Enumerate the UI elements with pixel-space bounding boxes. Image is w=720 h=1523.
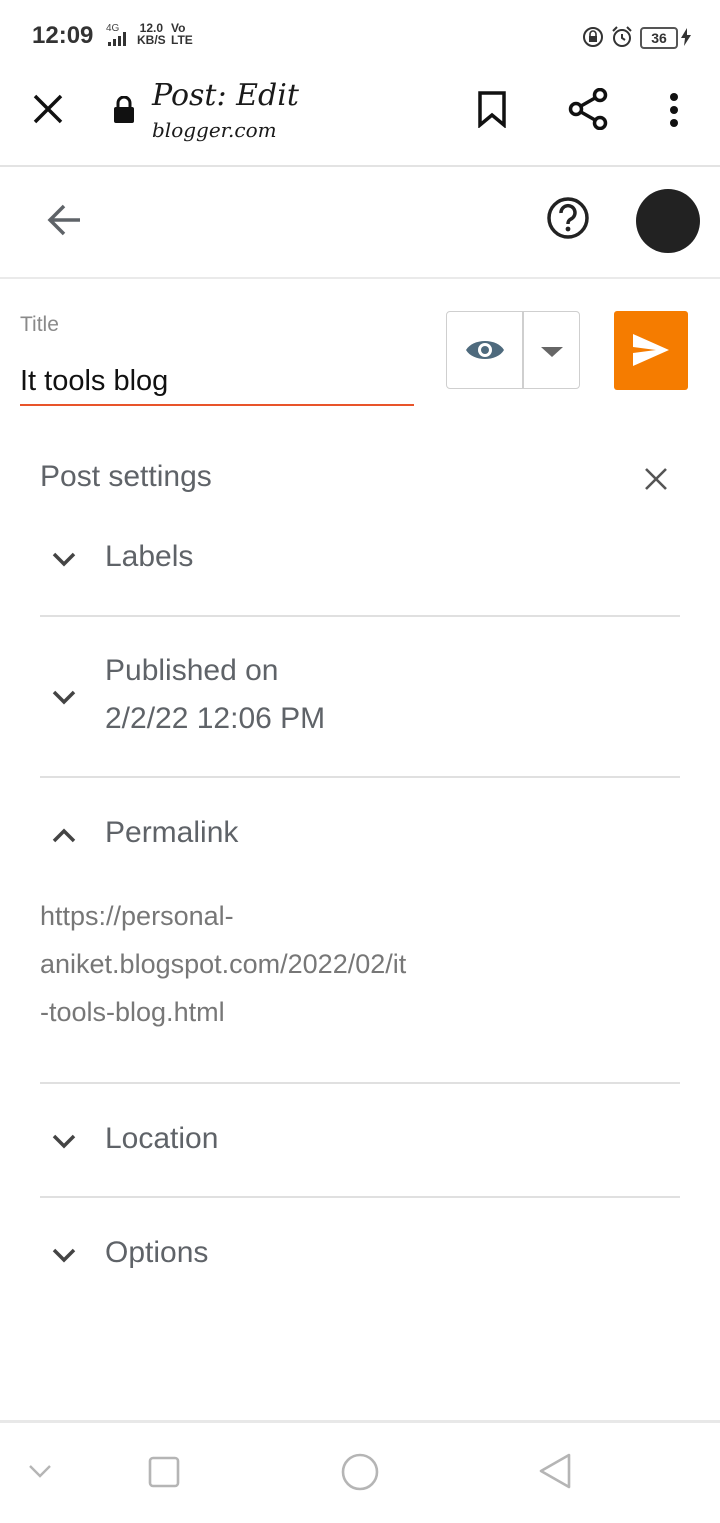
divider [40,615,680,617]
options-chevron-down-icon[interactable] [52,1247,76,1263]
preview-divider [522,312,524,388]
publish-button[interactable] [614,311,688,390]
status-bar: 12:09 4G 12.0 KB/S Vo LTE 36 [0,0,720,72]
app-header [0,167,720,279]
permalink-line: aniket.blogspot.com/2022/02/it [40,949,407,979]
title-label: Title [20,313,59,336]
charging-icon [681,28,691,46]
home-icon[interactable] [340,1452,380,1492]
volte-bottom: LTE [171,33,193,47]
speed-unit: KB/S [137,33,166,47]
permalink-row[interactable]: Permalink [105,816,238,850]
volte-indicator: Vo LTE [171,22,193,46]
dropdown-arrow-icon[interactable] [540,346,564,358]
published-on-label[interactable]: Published on [105,654,278,688]
network-speed: 12.0 KB/S [137,22,166,46]
close-icon[interactable] [32,93,64,125]
page-domain: blogger.com [152,118,277,142]
send-icon [633,334,669,366]
avatar[interactable] [636,189,700,253]
location-row[interactable]: Location [105,1122,218,1156]
divider [40,1082,680,1084]
options-row[interactable]: Options [105,1236,208,1270]
divider [40,776,680,778]
permalink-chevron-up-icon[interactable] [52,828,76,844]
close-settings-icon[interactable] [644,467,668,491]
back-icon[interactable] [538,1452,572,1490]
recents-icon[interactable] [148,1456,180,1488]
status-time: 12:09 [32,22,94,49]
back-arrow-icon[interactable] [46,203,82,237]
permalink-url[interactable]: https://personal- aniket.blogspot.com/20… [40,892,480,1036]
bookmark-icon[interactable] [477,90,507,128]
collapse-icon[interactable] [28,1464,52,1478]
battery-level: 36 [640,27,678,49]
alarm-icon [612,26,632,47]
labels-chevron-down-icon[interactable] [52,551,76,567]
share-icon[interactable] [568,88,608,130]
lock-rotation-icon [583,27,603,47]
post-settings-heading: Post settings [40,460,212,493]
signal-icon [108,32,126,46]
page-title: Post: Edit [152,78,299,113]
browser-toolbar [0,72,720,167]
labels-row[interactable]: Labels [105,540,193,574]
title-input[interactable] [20,358,414,406]
permalink-line: -tools-blog.html [40,997,225,1027]
published-on-value: 2/2/22 12:06 PM [105,702,326,735]
location-chevron-down-icon[interactable] [52,1133,76,1149]
published-chevron-down-icon[interactable] [52,689,76,705]
help-icon[interactable] [546,196,590,240]
lock-icon [114,96,134,123]
more-vert-icon[interactable] [668,92,680,128]
divider [40,1196,680,1198]
preview-eye-icon[interactable] [465,336,505,364]
permalink-line: https://personal- [40,901,234,931]
